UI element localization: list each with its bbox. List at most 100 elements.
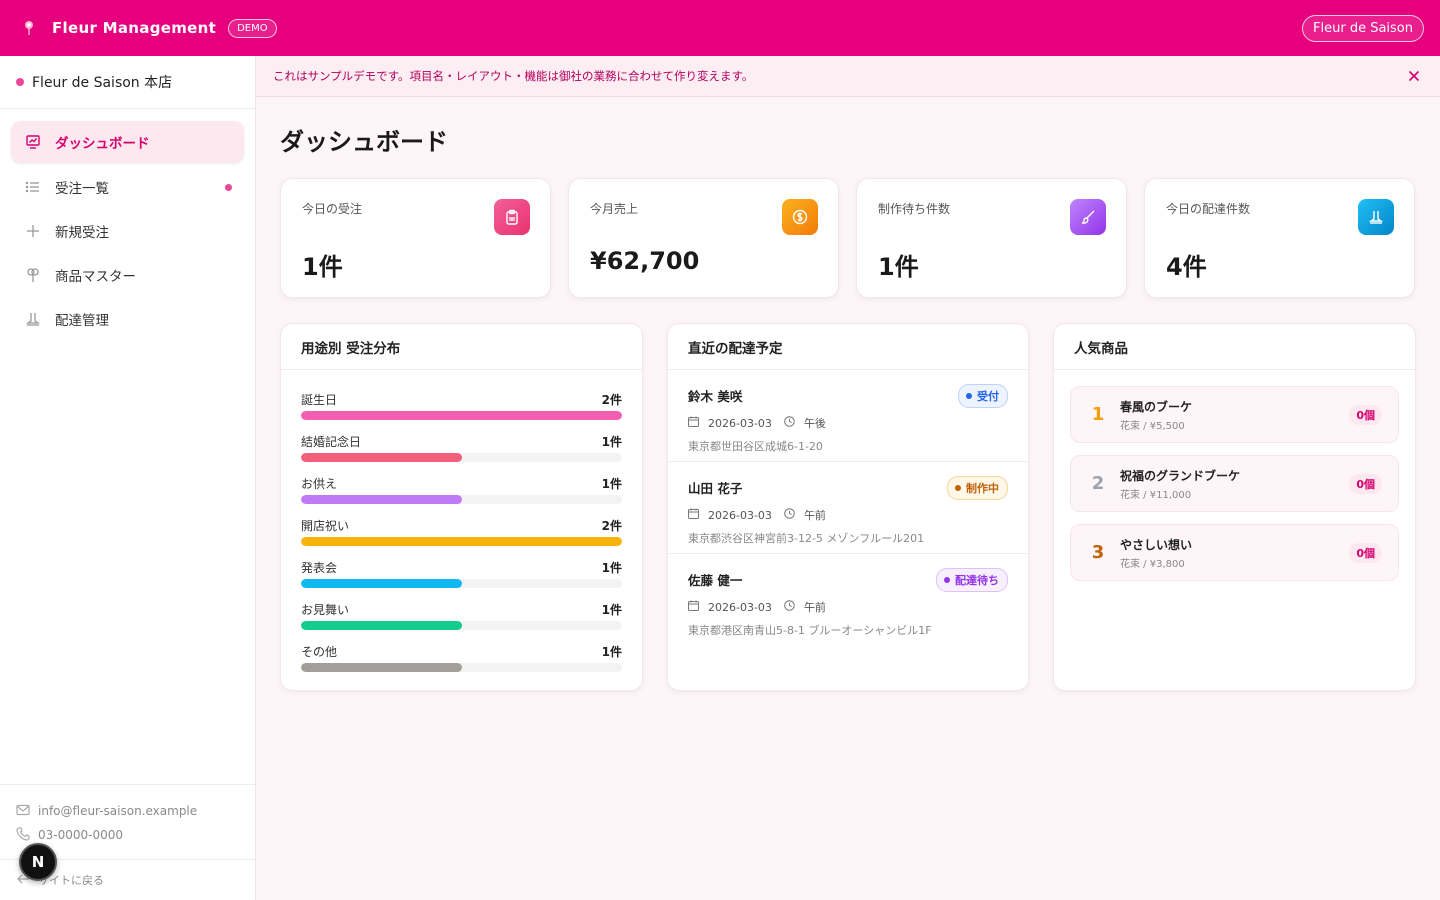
delivery-address: 東京都渋谷区神宮前3-12-5 メゾンフルール201 xyxy=(688,532,925,545)
demo-notice-banner: これはサンプルデモです。項目名・レイアウト・機能は御社の業務に合わせて作り変えま… xyxy=(256,56,1440,97)
coin-icon xyxy=(782,199,818,235)
distribution-count: 1件 xyxy=(601,644,622,659)
stat-card-today-deliveries[interactable]: 今日の配達件数 4件 xyxy=(1144,178,1415,298)
calendar-icon xyxy=(688,416,708,430)
sidebar-item-products[interactable]: 商品マスター xyxy=(11,255,244,295)
distribution-count: 2件 xyxy=(601,518,622,533)
distribution-count: 1件 xyxy=(601,434,622,449)
distribution-bar-fill xyxy=(301,411,622,420)
stat-label: 制作待ち件数 xyxy=(878,202,951,216)
distribution-bar-fill xyxy=(301,495,462,504)
delivery-meta: 2026-03-03 午後 xyxy=(688,415,1008,431)
sidebar-footer: info@fleur-saison.example 03-0000-0000 サ… xyxy=(0,784,255,900)
stat-card-today-orders[interactable]: 今日の受注 1件 xyxy=(280,178,551,298)
clock-icon xyxy=(784,600,804,614)
distribution-bar-track xyxy=(301,663,622,672)
distribution-row: お供え 1件 xyxy=(301,474,622,516)
list-icon xyxy=(25,179,41,195)
distribution-label: その他 xyxy=(301,644,338,659)
delivery-meta: 2026-03-03 午前 xyxy=(688,599,1008,615)
flower-icon xyxy=(25,267,41,283)
stat-value: 1件 xyxy=(878,253,919,281)
contact-email[interactable]: info@fleur-saison.example xyxy=(38,804,197,818)
distribution-label: 誕生日 xyxy=(301,392,338,407)
notification-dot xyxy=(225,183,232,191)
distribution-row: 結婚記念日 1件 xyxy=(301,432,622,474)
rank-number: 3 xyxy=(1091,542,1105,563)
popular-products-panel: 人気商品 1 春風のブーケ 花束 / ¥5,500 0個 2 祝福のグランドブー… xyxy=(1053,323,1416,691)
popular-item[interactable]: 2 祝福のグランドブーケ 花束 / ¥11,000 0個 xyxy=(1070,455,1399,512)
mail-icon xyxy=(16,804,38,819)
panel-title: 用途別 受注分布 xyxy=(281,324,642,370)
stat-label: 今日の受注 xyxy=(302,202,363,216)
delivery-icon xyxy=(25,311,41,327)
product-category-price: 花束 / ¥5,500 xyxy=(1120,420,1185,432)
dev-tools-badge[interactable]: N xyxy=(19,843,57,881)
distribution-row: 開店祝い 2件 xyxy=(301,516,622,558)
stat-card-monthly-sales[interactable]: 今月売上 ¥62,700 xyxy=(568,178,839,298)
delivery-time: 午後 xyxy=(803,417,826,430)
product-category-price: 花束 / ¥3,800 xyxy=(1120,558,1185,570)
delivery-address: 東京都世田谷区成城6-1-20 xyxy=(688,440,823,453)
distribution-label: 開店祝い xyxy=(301,518,350,533)
sidebar-item-delivery[interactable]: 配達管理 xyxy=(11,299,244,339)
distribution-count: 1件 xyxy=(601,560,622,575)
close-icon[interactable] xyxy=(1406,68,1422,84)
product-category-price: 花束 / ¥11,000 xyxy=(1120,489,1192,501)
sidebar-item-dashboard[interactable]: ダッシュボード xyxy=(11,121,244,163)
delivery-item[interactable]: 山田 花子 2026-03-03 午前 東京都渋谷区神宮前3-12-5 メゾンフ… xyxy=(668,462,1028,554)
notice-text: これはサンプルデモです。項目名・レイアウト・機能は御社の業務に合わせて作り変えま… xyxy=(273,69,754,83)
popular-item[interactable]: 1 春風のブーケ 花束 / ¥5,500 0個 xyxy=(1070,386,1399,443)
clock-icon xyxy=(784,508,804,522)
panel-title: 人気商品 xyxy=(1054,324,1415,370)
brush-icon xyxy=(1070,199,1106,235)
status-dot xyxy=(966,393,972,399)
stat-label: 今月売上 xyxy=(590,202,639,216)
popular-item[interactable]: 3 やさしい想い 花束 / ¥3,800 0個 xyxy=(1070,524,1399,581)
distribution-count: 1件 xyxy=(601,476,622,491)
delivery-meta: 2026-03-03 午前 xyxy=(688,507,1008,523)
sidebar-item-label: 新規受注 xyxy=(55,225,109,241)
rank-number: 1 xyxy=(1091,404,1105,425)
stat-label: 今日の配達件数 xyxy=(1166,202,1251,216)
popular-list: 1 春風のブーケ 花束 / ¥5,500 0個 2 祝福のグランドブーケ 花束 … xyxy=(1054,370,1415,581)
shop-name-button[interactable]: Fleur de Saison xyxy=(1302,14,1424,42)
sidebar-item-label: ダッシュボード xyxy=(55,136,150,152)
distribution-bar-fill xyxy=(301,579,462,588)
plus-icon xyxy=(25,223,41,239)
phone-row: 03-0000-0000 xyxy=(16,823,239,847)
store-name: Fleur de Saison 本店 xyxy=(32,75,173,91)
distribution-row: その他 1件 xyxy=(301,642,622,684)
sidebar-item-new-order[interactable]: 新規受注 xyxy=(11,211,244,251)
stat-value: 4件 xyxy=(1166,253,1207,281)
delivery-icon xyxy=(1358,199,1394,235)
clipboard-icon xyxy=(494,199,530,235)
phone-icon xyxy=(16,826,38,844)
sidebar-nav: ダッシュボード 受注一覧 新規受注 商品マスター 配達管理 xyxy=(0,109,255,339)
distribution-bar-track xyxy=(301,579,622,588)
distribution-count: 1件 xyxy=(601,602,622,617)
distribution-bar-track xyxy=(301,411,622,420)
distribution-bar-fill xyxy=(301,537,622,546)
sidebar-item-orders[interactable]: 受注一覧 xyxy=(11,167,244,207)
calendar-icon xyxy=(688,600,708,614)
delivery-item[interactable]: 佐藤 健一 2026-03-03 午前 東京都港区南青山5-8-1 ブルーオーシ… xyxy=(668,554,1028,646)
flower-logo-icon xyxy=(20,19,38,37)
status-dot xyxy=(944,577,950,583)
product-name: 春風のブーケ xyxy=(1120,399,1193,414)
quantity-badge: 0個 xyxy=(1349,543,1382,563)
delivery-item[interactable]: 鈴木 美咲 2026-03-03 午後 東京都世田谷区成城6-1-20 受付 xyxy=(668,370,1028,462)
demo-badge: DEMO xyxy=(228,18,277,38)
rank-number: 2 xyxy=(1091,473,1105,494)
distribution-row: 発表会 1件 xyxy=(301,558,622,600)
app-title: Fleur Management xyxy=(52,19,217,37)
product-name: 祝福のグランドブーケ xyxy=(1120,468,1241,483)
sidebar-item-label: 商品マスター xyxy=(55,269,136,285)
distribution-row: お見舞い 1件 xyxy=(301,600,622,642)
stat-card-pending-production[interactable]: 制作待ち件数 1件 xyxy=(856,178,1127,298)
clock-icon xyxy=(784,416,804,430)
distribution-bar-fill xyxy=(301,663,462,672)
contact-phone[interactable]: 03-0000-0000 xyxy=(38,828,123,842)
distribution-label: お見舞い xyxy=(301,602,350,617)
top-header: Fleur Management DEMO Fleur de Saison xyxy=(0,0,1440,56)
